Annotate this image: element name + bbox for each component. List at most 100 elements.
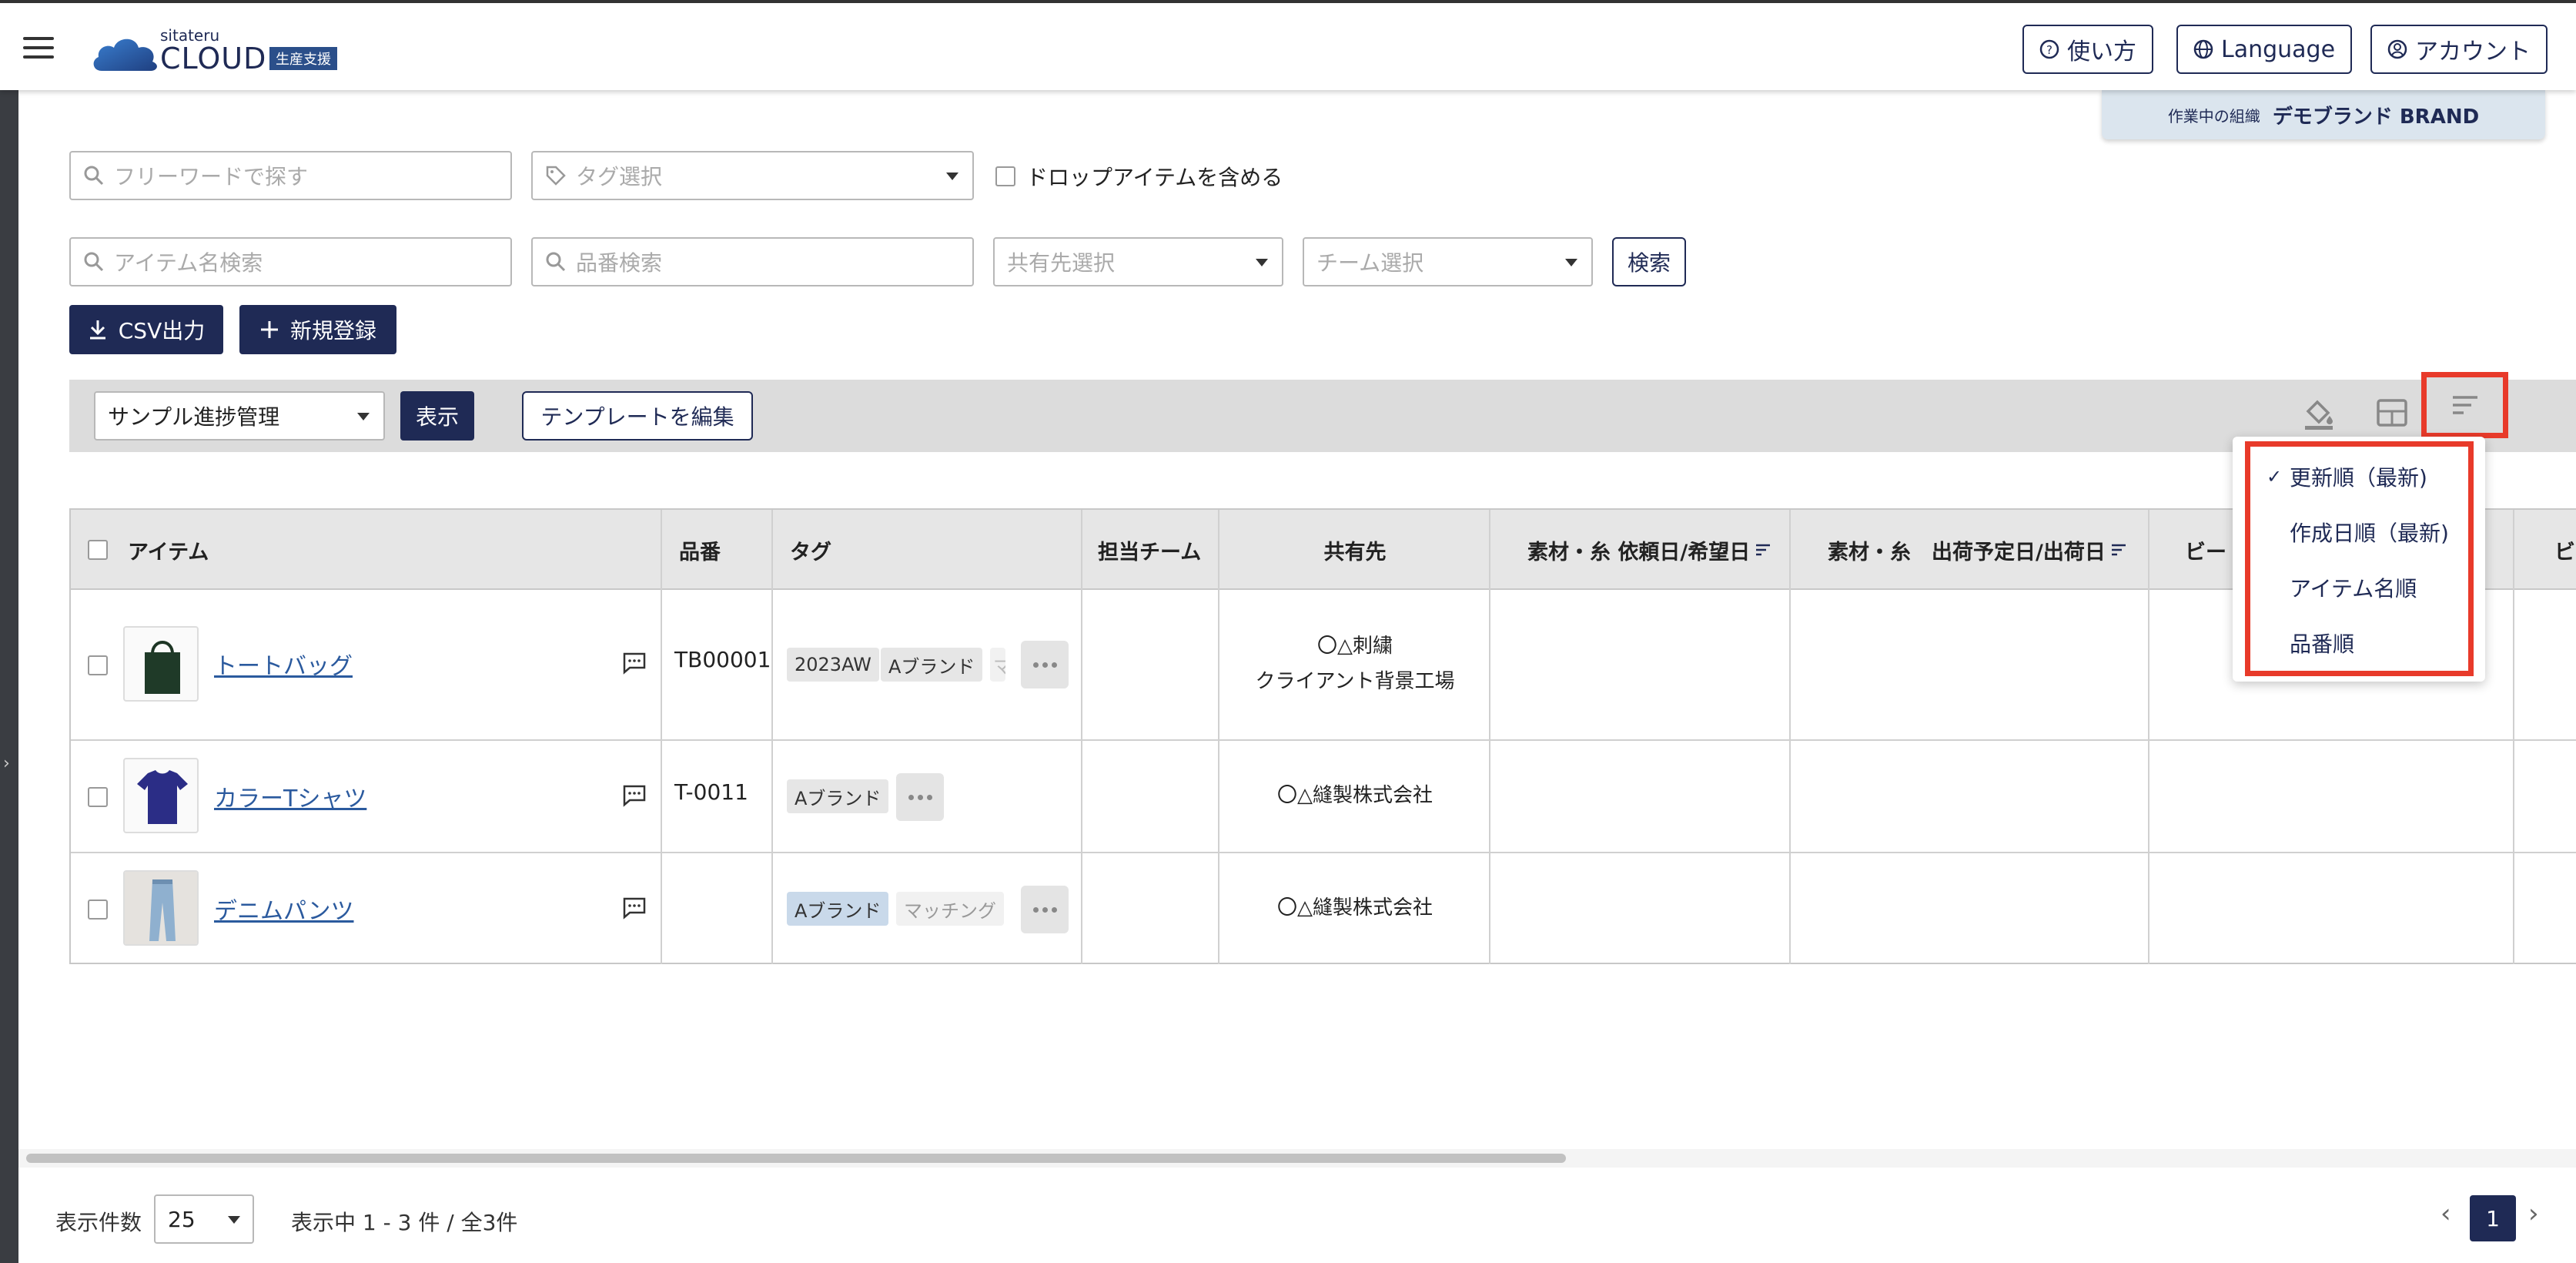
header-material-request[interactable]: 素材・糸 依頼日/希望日 <box>1527 510 1771 590</box>
question-circle-icon: ? <box>2039 39 2059 59</box>
header-beads-2[interactable]: ビ <box>2554 510 2575 590</box>
row-checkbox[interactable] <box>88 787 108 807</box>
org-name: デモブランド BRAND <box>2272 105 2480 129</box>
user-circle-icon <box>2387 39 2407 59</box>
header-team[interactable]: 担当チーム <box>1098 510 1201 590</box>
item-name-link[interactable]: トートバッグ <box>214 647 353 681</box>
tag-badge[interactable]: 2023AW <box>787 648 879 682</box>
team-select[interactable]: チーム選択 <box>1303 237 1593 286</box>
hamburger-menu-icon[interactable] <box>23 37 54 60</box>
comment-icon[interactable] <box>622 896 647 920</box>
tag-badge[interactable]: Aブランド <box>881 648 983 682</box>
header-tag[interactable]: タグ <box>790 510 831 590</box>
tag-select[interactable]: タグ選択 <box>531 151 974 200</box>
column-sort-icon[interactable] <box>1755 542 1771 558</box>
tag-badge[interactable]: Aブランド <box>787 892 889 926</box>
next-page-icon[interactable]: › <box>2528 1198 2539 1229</box>
include-drop-label: ドロップアイテムを含める <box>1026 165 1283 190</box>
item-name-search-input[interactable]: アイテム名検索 <box>69 237 512 286</box>
comment-icon[interactable] <box>622 784 647 807</box>
item-name-link[interactable]: デニムパンツ <box>214 892 354 926</box>
account-label: アカウント <box>2415 39 2531 65</box>
more-tags-button[interactable] <box>896 773 944 821</box>
view-select-value: サンプル進捗管理 <box>108 404 280 430</box>
help-button[interactable]: ? 使い方 <box>2022 25 2153 74</box>
tag-badge[interactable]: マッチング <box>896 892 1004 926</box>
tag-placeholder: タグ選択 <box>576 164 663 189</box>
header-beads[interactable]: ビー <box>2185 510 2226 590</box>
csv-label: CSV出力 <box>118 318 206 343</box>
part-number-placeholder: 品番検索 <box>576 250 663 276</box>
row-checkbox[interactable] <box>88 900 108 920</box>
comment-icon[interactable] <box>622 652 647 675</box>
tag-badge[interactable]: マ <box>990 648 1005 682</box>
csv-export-button[interactable]: CSV出力 <box>69 305 223 354</box>
share-cell: 〇△刺繍 クライアント背景工場 <box>1219 628 1490 699</box>
item-thumbnail[interactable] <box>123 870 199 946</box>
freeword-placeholder: フリーワードで探す <box>114 164 309 189</box>
edit-template-button[interactable]: テンプレートを編集 <box>522 391 753 441</box>
table-row[interactable]: デニムパンツ Aブランド マッチング 〇△縫製株式会社 <box>71 853 2576 964</box>
search-button[interactable]: 検索 <box>1612 237 1686 286</box>
per-page-value: 25 <box>168 1206 196 1232</box>
chevron-down-icon <box>357 413 370 420</box>
item-name-link[interactable]: カラーTシャツ <box>214 779 366 813</box>
tag-badge[interactable]: Aブランド <box>787 779 889 813</box>
more-tags-button[interactable] <box>1021 886 1069 933</box>
include-drop-items-checkbox[interactable]: ドロップアイテムを含める <box>995 161 1283 192</box>
new-label: 新規登録 <box>289 318 376 343</box>
sort-option-updated[interactable]: ✓ 更新順（最新) <box>2233 450 2485 504</box>
scrollbar-thumb[interactable] <box>26 1154 1566 1163</box>
sort-option-item-name[interactable]: アイテム名順 <box>2233 561 2485 615</box>
paint-bucket-icon[interactable] <box>2300 394 2337 431</box>
prev-page-icon[interactable]: ‹ <box>2441 1198 2451 1229</box>
part-number-search-input[interactable]: 品番検索 <box>531 237 974 286</box>
left-rail[interactable]: › <box>0 90 18 1263</box>
sort-option-part-number[interactable]: 品番順 <box>2233 616 2485 670</box>
globe-icon <box>2193 39 2213 59</box>
header-share[interactable]: 共有先 <box>1219 510 1490 590</box>
expand-sidebar-icon[interactable]: › <box>3 754 10 773</box>
svg-text:?: ? <box>2046 43 2052 57</box>
plus-icon <box>260 321 278 338</box>
item-thumbnail[interactable] <box>123 626 199 702</box>
more-tags-button[interactable] <box>1021 641 1069 688</box>
item-thumbnail[interactable] <box>123 758 199 833</box>
account-button[interactable]: アカウント <box>2370 25 2548 74</box>
header-item[interactable]: アイテム <box>128 510 209 590</box>
sort-button[interactable] <box>2421 372 2508 438</box>
table-row[interactable]: カラーTシャツ T-0011 Aブランド 〇△縫製株式会社 <box>71 741 2576 853</box>
language-label: Language <box>2221 35 2336 63</box>
freeword-search-input[interactable]: フリーワードで探す <box>69 151 512 200</box>
show-button[interactable]: 表示 <box>400 391 474 441</box>
layout-icon[interactable] <box>2374 394 2410 431</box>
per-page-select[interactable]: 25 <box>154 1194 254 1244</box>
sitateru-cloud-logo[interactable]: sitateru CLOUD 生産支援 <box>91 26 353 75</box>
select-all-checkbox[interactable] <box>88 510 108 590</box>
new-item-button[interactable]: 新規登録 <box>239 305 396 354</box>
checkbox[interactable] <box>995 166 1015 186</box>
header-part-number[interactable]: 品番 <box>679 510 721 590</box>
header-material-ship[interactable]: 素材・糸 出荷予定日/出荷日 <box>1828 510 2127 590</box>
range-text: 表示中 1 - 3 件 / 全3件 <box>291 1210 518 1235</box>
team-placeholder: チーム選択 <box>1316 250 1424 276</box>
page-number-current[interactable]: 1 <box>2470 1195 2516 1241</box>
share-select[interactable]: 共有先選択 <box>993 237 1283 286</box>
row-checkbox[interactable] <box>88 655 108 675</box>
table-row[interactable]: トートバッグ TB00001 2023AW Aブランド マ 〇△刺繍 クライアン… <box>71 590 2576 741</box>
view-template-select[interactable]: サンプル進捗管理 <box>94 391 385 441</box>
language-button[interactable]: Language <box>2176 25 2353 74</box>
share-cell: 〇△縫製株式会社 <box>1219 778 1490 813</box>
column-sort-icon[interactable] <box>2110 542 2127 558</box>
share-placeholder: 共有先選択 <box>1007 250 1116 276</box>
check-icon: ✓ <box>2267 466 2283 487</box>
sort-dropdown-menu: ✓ 更新順（最新) 作成日順（最新) アイテム名順 品番順 <box>2233 437 2485 682</box>
table-header: アイテム 品番 タグ 担当チーム 共有先 素材・糸 依頼日/希望日 素材・糸 出… <box>71 510 2576 590</box>
share-cell: 〇△縫製株式会社 <box>1219 890 1490 926</box>
sort-option-label: 品番順 <box>2290 632 2355 657</box>
logo-badge: 生産支援 <box>269 47 337 70</box>
sort-option-created[interactable]: 作成日順（最新) <box>2233 505 2485 559</box>
tag-icon <box>546 166 566 186</box>
search-icon <box>84 166 104 186</box>
download-icon <box>89 320 105 340</box>
